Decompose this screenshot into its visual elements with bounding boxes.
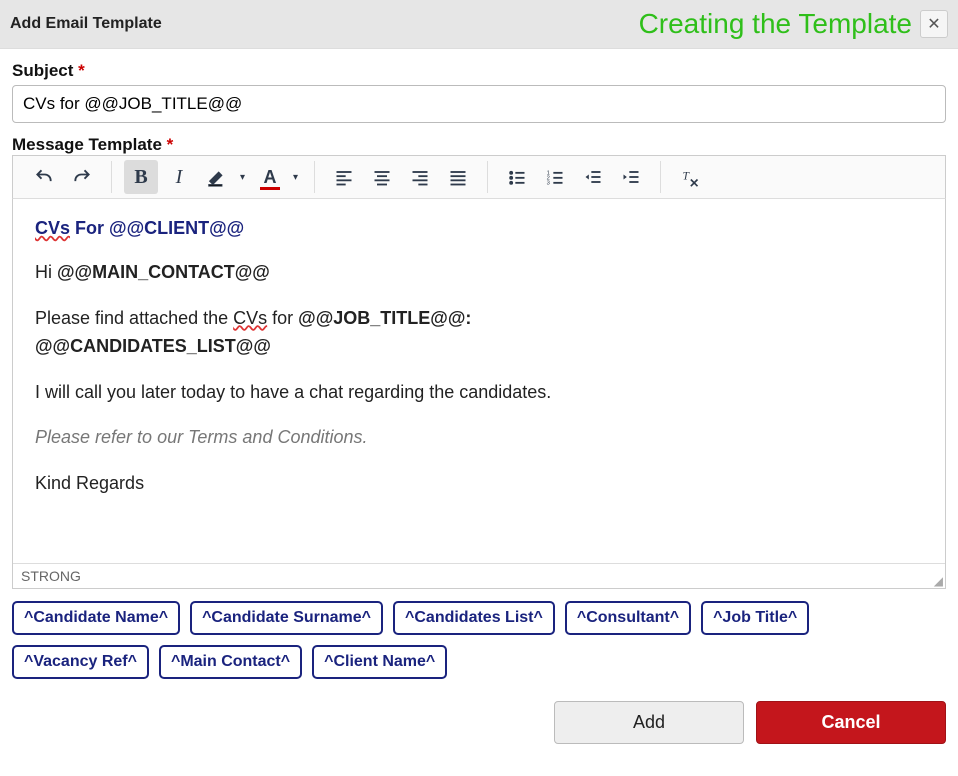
outdent-button[interactable] — [576, 160, 610, 194]
subject-input[interactable] — [12, 85, 946, 123]
toolbar-group-align — [319, 160, 483, 194]
align-center-icon — [372, 167, 392, 187]
subject-label-text: Subject — [12, 61, 73, 80]
bullet-list-icon — [507, 167, 527, 187]
required-indicator: * — [167, 135, 174, 154]
clear-formatting-button[interactable]: T — [673, 160, 707, 194]
highlight-icon — [200, 160, 234, 194]
token-main-contact[interactable]: ^Main Contact^ — [159, 645, 302, 679]
indent-button[interactable] — [614, 160, 648, 194]
numbered-list-icon: 123 — [545, 167, 565, 187]
token-buttons-row: ^Candidate Name^ ^Candidate Surname^ ^Ca… — [12, 589, 946, 679]
dialog-title: Add Email Template — [10, 15, 162, 33]
undo-icon — [34, 167, 54, 187]
bullet-list-button[interactable] — [500, 160, 534, 194]
body-signoff: Kind Regards — [35, 470, 923, 498]
token-consultant[interactable]: ^Consultant^ — [565, 601, 691, 635]
cancel-button[interactable]: Cancel — [756, 701, 946, 744]
body-heading: CVs For @@CLIENT@@ — [35, 215, 923, 243]
subject-label: Subject * — [12, 61, 946, 81]
align-left-icon — [334, 167, 354, 187]
body-terms: Please refer to our Terms and Conditions… — [35, 424, 923, 452]
editor-path: STRONG — [21, 568, 81, 584]
clear-formatting-icon: T — [680, 167, 700, 187]
redo-icon — [72, 167, 92, 187]
close-icon: ✕ — [927, 14, 940, 34]
align-justify-icon — [448, 167, 468, 187]
editor-wrapper: CVs For @@CLIENT@@ Hi @@MAIN_CONTACT@@ P… — [12, 199, 946, 589]
editor-toolbar: B I ▾ A ▾ — [12, 155, 946, 199]
message-editor[interactable]: CVs For @@CLIENT@@ Hi @@MAIN_CONTACT@@ P… — [13, 199, 945, 563]
editor-status-bar: STRONG ◢ — [13, 563, 945, 588]
numbered-list-button[interactable]: 123 — [538, 160, 572, 194]
body-heading-cvs: CVs — [35, 218, 70, 238]
text-color-icon: A — [253, 160, 287, 194]
toolbar-group-clear: T — [665, 160, 715, 194]
toolbar-separator — [660, 161, 661, 193]
close-button[interactable]: ✕ — [920, 10, 948, 38]
bold-button[interactable]: B — [124, 160, 158, 194]
token-candidates-list[interactable]: ^Candidates List^ — [393, 601, 555, 635]
add-button[interactable]: Add — [554, 701, 744, 744]
header-right: Creating the Template ✕ — [639, 8, 948, 40]
toolbar-group-font: B I ▾ A ▾ — [116, 160, 310, 194]
align-right-button[interactable] — [403, 160, 437, 194]
redo-button[interactable] — [65, 160, 99, 194]
token-candidate-surname[interactable]: ^Candidate Surname^ — [190, 601, 383, 635]
body-greeting-token: @@MAIN_CONTACT@@ — [57, 262, 270, 282]
italic-button[interactable]: I — [162, 160, 196, 194]
token-job-title[interactable]: ^Job Title^ — [701, 601, 809, 635]
align-center-button[interactable] — [365, 160, 399, 194]
dialog-footer: Add Cancel — [0, 687, 958, 754]
toolbar-separator — [111, 161, 112, 193]
toolbar-separator — [487, 161, 488, 193]
dialog-body: Subject * Message Template * B I ▾ — [0, 49, 958, 687]
required-indicator: * — [78, 61, 85, 80]
body-heading-rest: For @@CLIENT@@ — [70, 218, 244, 238]
body-greeting: Hi @@MAIN_CONTACT@@ — [35, 259, 923, 287]
outdent-icon — [583, 167, 603, 187]
token-candidate-name[interactable]: ^Candidate Name^ — [12, 601, 180, 635]
body-followup: I will call you later today to have a ch… — [35, 379, 923, 407]
token-vacancy-ref[interactable]: ^Vacancy Ref^ — [12, 645, 149, 679]
resize-handle[interactable]: ◢ — [934, 574, 943, 588]
token-client-name[interactable]: ^Client Name^ — [312, 645, 447, 679]
toolbar-group-history — [19, 160, 107, 194]
dialog-header: Add Email Template Creating the Template… — [0, 0, 958, 49]
toolbar-group-lists: 123 — [492, 160, 656, 194]
svg-text:T: T — [683, 170, 691, 183]
align-left-button[interactable] — [327, 160, 361, 194]
undo-button[interactable] — [27, 160, 61, 194]
annotation-label: Creating the Template — [639, 8, 912, 40]
message-label-text: Message Template — [12, 135, 162, 154]
svg-text:3: 3 — [547, 181, 550, 187]
message-label: Message Template * — [12, 135, 946, 155]
indent-icon — [621, 167, 641, 187]
toolbar-separator — [314, 161, 315, 193]
highlight-color-button[interactable]: ▾ — [200, 160, 249, 194]
align-justify-button[interactable] — [441, 160, 475, 194]
align-right-icon — [410, 167, 430, 187]
body-jobtitle-token: @@JOB_TITLE@@: — [298, 308, 471, 328]
body-candidates-token: @@CANDIDATES_LIST@@ — [35, 336, 271, 356]
chevron-down-icon[interactable]: ▾ — [289, 172, 302, 183]
body-attachments: Please find attached the CVs for @@JOB_T… — [35, 305, 923, 361]
text-color-button[interactable]: A ▾ — [253, 160, 302, 194]
chevron-down-icon[interactable]: ▾ — [236, 172, 249, 183]
